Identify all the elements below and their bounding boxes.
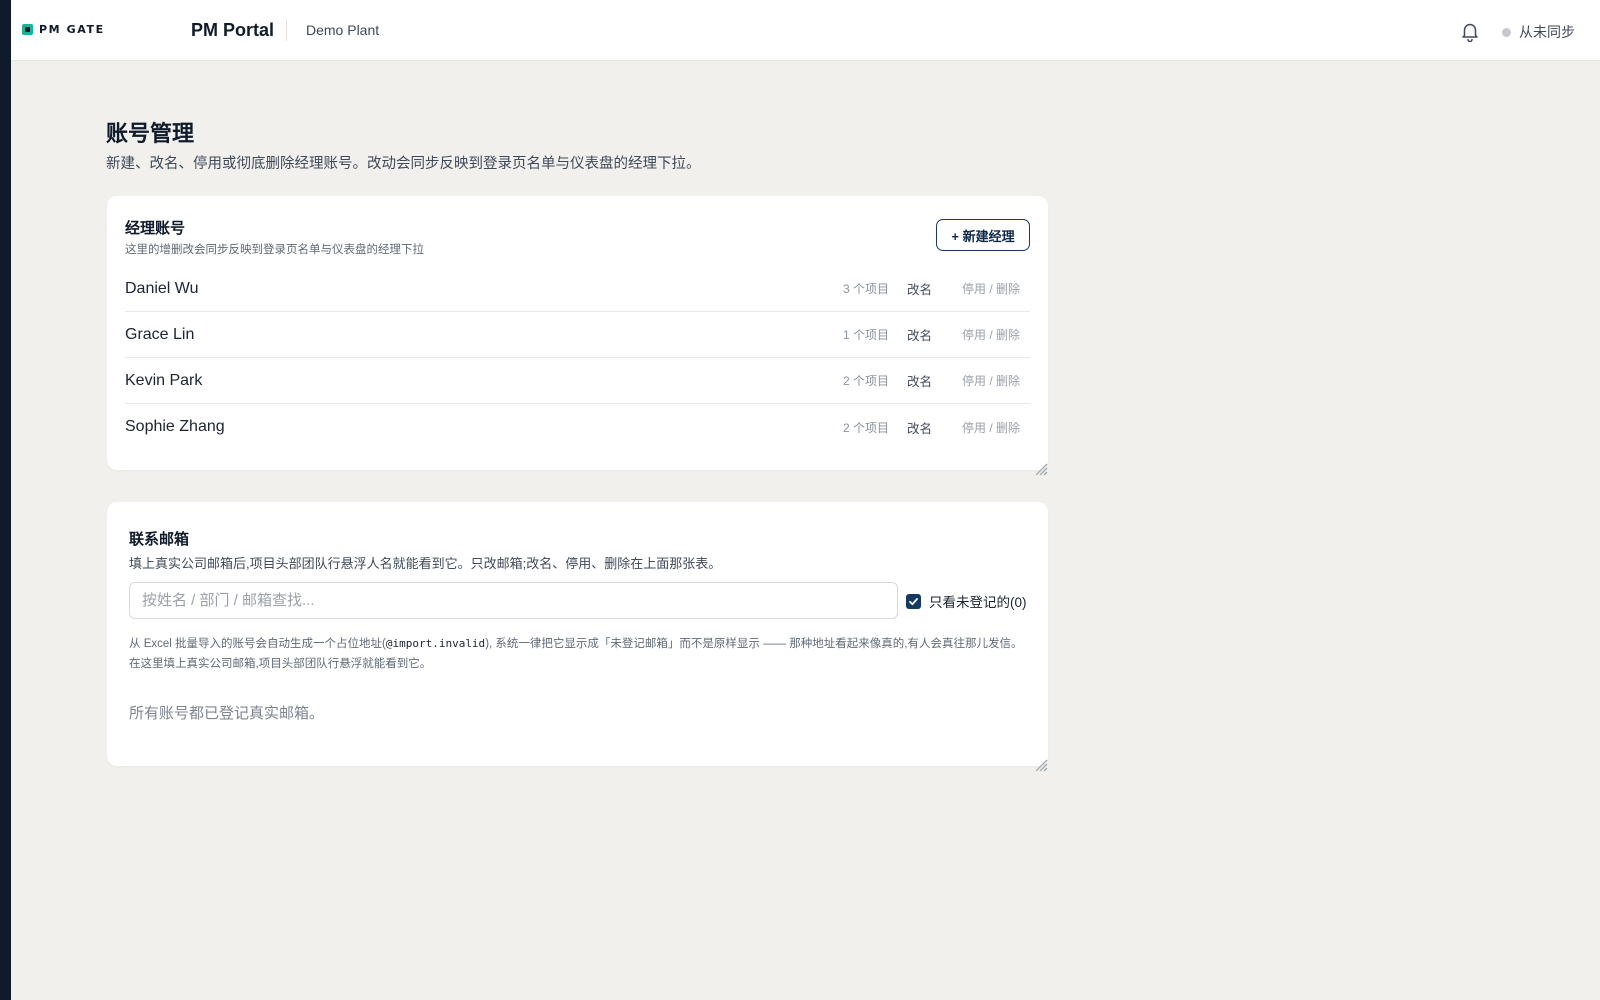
contact-email-title: 联系邮箱 xyxy=(129,531,190,548)
manager-accounts-subtitle: 这里的增删改会同步反映到登录页名单与仪表盘的经理下拉 xyxy=(125,244,424,256)
rename-button[interactable]: 改名 xyxy=(907,279,932,298)
logo-mark-icon xyxy=(22,24,33,35)
new-manager-button[interactable]: + 新建经理 xyxy=(936,219,1030,251)
search-input[interactable] xyxy=(129,582,898,619)
rename-button[interactable]: 改名 xyxy=(907,325,932,344)
checkmark-icon xyxy=(909,597,918,605)
rename-button[interactable]: 改名 xyxy=(907,371,932,390)
manager-project-count: 1 个项目 xyxy=(842,328,889,342)
top-bar: PM GATE PM Portal Demo Plant 从未同步 xyxy=(11,0,1600,61)
import-note-text: 从 Excel 批量导入的账号会自动生成一个占位地址( xyxy=(129,638,386,650)
manager-row: Daniel Wu 3 个项目 改名 停用 / 删除 xyxy=(125,266,1030,312)
sync-status-dot-icon xyxy=(1502,27,1511,37)
import-domain-code: @import.invalid xyxy=(385,637,486,650)
unregistered-only-label: 只看未登记的(0) xyxy=(929,595,1027,610)
manager-name: Kevin Park xyxy=(125,371,203,389)
manager-name: Grace Lin xyxy=(125,325,195,343)
manager-row: Sophie Zhang 2 个项目 改名 停用 / 删除 xyxy=(125,404,1030,450)
manager-name: Daniel Wu xyxy=(125,279,199,297)
logo[interactable]: PM GATE xyxy=(22,23,105,36)
manager-row: Kevin Park 2 个项目 改名 停用 / 删除 xyxy=(125,358,1030,404)
disable-delete-button[interactable]: 停用 / 删除 xyxy=(962,280,1020,297)
sync-status: 从未同步 xyxy=(1502,22,1575,42)
manager-list: Daniel Wu 3 个项目 改名 停用 / 删除 Grace Lin 1 个… xyxy=(125,266,1030,450)
manager-project-count: 3 个项目 xyxy=(842,282,889,296)
left-window-strip xyxy=(0,0,11,1000)
rename-button[interactable]: 改名 xyxy=(907,418,932,437)
page-title: 账号管理 xyxy=(106,121,195,146)
logo-text: PM GATE xyxy=(39,23,105,36)
manager-project-count: 2 个项目 xyxy=(842,374,889,388)
disable-delete-button[interactable]: 停用 / 删除 xyxy=(962,419,1020,436)
sync-status-label: 从未同步 xyxy=(1519,24,1575,40)
unregistered-only-filter[interactable]: 只看未登记的(0) xyxy=(906,591,1027,611)
resize-grip-icon[interactable] xyxy=(1034,462,1048,476)
empty-state-message: 所有账号都已登记真实邮箱。 xyxy=(129,705,325,722)
resize-grip-icon[interactable] xyxy=(1034,758,1048,772)
import-note: 从 Excel 批量导入的账号会自动生成一个占位地址(@import.inval… xyxy=(129,634,1029,674)
manager-name: Sophie Zhang xyxy=(125,418,225,435)
contact-email-card: 联系邮箱 填上真实公司邮箱后,项目头部团队行悬浮人名就能看到它。只改邮箱;改名、… xyxy=(107,502,1048,772)
disable-delete-button[interactable]: 停用 / 删除 xyxy=(962,372,1020,389)
bell-icon[interactable] xyxy=(1459,20,1481,43)
manager-accounts-title: 经理账号 xyxy=(125,220,186,237)
unregistered-only-checkbox[interactable] xyxy=(906,593,921,609)
app-name[interactable]: PM Portal xyxy=(191,19,288,41)
page-description: 新建、改名、停用或彻底删除经理账号。改动会同步反映到登录页名单与仪表盘的经理下拉… xyxy=(106,156,701,172)
contact-email-description: 填上真实公司邮箱后,项目头部团队行悬浮人名就能看到它。只改邮箱;改名、停用、删除… xyxy=(129,556,722,571)
manager-project-count: 2 个项目 xyxy=(842,420,889,435)
manager-accounts-card: 经理账号 这里的增删改会同步反映到登录页名单与仪表盘的经理下拉 + 新建经理 D… xyxy=(107,196,1048,476)
plant-name[interactable]: Demo Plant xyxy=(306,22,379,38)
disable-delete-button[interactable]: 停用 / 删除 xyxy=(962,326,1020,343)
manager-row: Grace Lin 1 个项目 改名 停用 / 删除 xyxy=(125,312,1030,358)
